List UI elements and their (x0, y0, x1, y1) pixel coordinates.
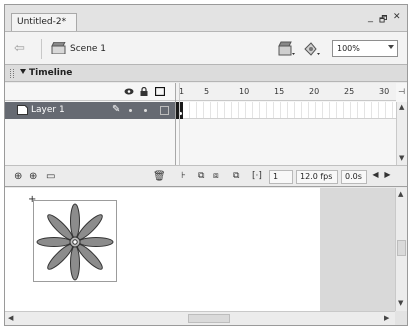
center-frame-icon[interactable]: ⊦ (181, 171, 186, 181)
scroll-up-icon[interactable]: ▲ (398, 190, 403, 198)
frame-number: 15 (274, 87, 285, 96)
zoom-value: 100% (337, 44, 360, 53)
onion-outline-icon[interactable]: ⧈ (213, 171, 219, 181)
chevron-down-icon (388, 45, 394, 49)
scroll-right-icon[interactable]: ▶ (384, 314, 389, 322)
insert-folder-icon[interactable]: ▭ (46, 171, 55, 182)
grip-icon[interactable] (10, 69, 14, 78)
layer-row[interactable]: Layer 1 ✎ (5, 102, 175, 119)
scroll-thumb[interactable] (397, 240, 406, 256)
document-titlebar: Untitled-2* _ 🗗 ✕ (5, 5, 407, 31)
flower-shape[interactable] (33, 200, 117, 282)
outline-icon[interactable] (155, 87, 165, 96)
frame-number: 20 (309, 87, 320, 96)
outline-toggle[interactable] (160, 106, 169, 115)
onion-skin-icon[interactable]: ⧉ (198, 171, 204, 181)
onion-markers-icon[interactable]: [·] (252, 171, 262, 181)
stage-area[interactable]: + ▲ ▼ (5, 188, 407, 311)
eye-icon[interactable] (124, 87, 134, 96)
scroll-left-icon[interactable]: ◀ (8, 314, 13, 322)
minimize-button[interactable]: _ (368, 12, 373, 23)
stage-horizontal-scrollbar[interactable]: ◀ ▶ (5, 311, 395, 325)
pasteboard (320, 188, 395, 311)
scroll-down-icon[interactable]: ▼ (399, 154, 404, 162)
elapsed-time: 0.0s (341, 170, 367, 184)
arrow-left-icon[interactable]: ⇦ (14, 41, 25, 56)
scroll-down-icon[interactable]: ▼ (398, 299, 403, 307)
frame-number: 25 (344, 87, 355, 96)
document-tab[interactable]: Untitled-2* (11, 13, 77, 31)
playhead[interactable] (179, 83, 180, 165)
restore-button[interactable]: 🗗 (379, 12, 387, 28)
scroll-right-icon[interactable]: ▶ (382, 170, 393, 183)
scene-label[interactable]: Scene 1 (70, 44, 106, 54)
scroll-corner (395, 311, 407, 325)
scroll-left-icon[interactable]: ◀ (370, 170, 381, 183)
frame-row[interactable] (176, 102, 396, 119)
frame-number: 10 (239, 87, 250, 96)
current-frame: 1 (269, 170, 293, 184)
scroll-up-icon[interactable]: ▲ (399, 103, 404, 111)
frame-number: 30 (379, 87, 390, 96)
edit-scene-icon[interactable] (278, 41, 296, 57)
edit-multiple-frames-icon[interactable]: ⧉ (233, 171, 239, 181)
layer-column-header (5, 83, 175, 101)
frame-number: 5 (204, 87, 210, 96)
insert-layer-icon[interactable]: ⊕ (14, 171, 22, 182)
timeline-menu-icon[interactable]: ⊣ (398, 87, 405, 96)
timeline-statusbar: ⊕ ⊕ ▭ 🗑 ⊦ ⧉ ⧈ ⧉ [·] 1 12.0 fps 0.0s ◀ ▶ (5, 165, 407, 187)
document-window: Untitled-2* _ 🗗 ✕ ⇦ Scene 1 100% Timelin… (4, 4, 408, 326)
divider (41, 39, 42, 59)
flower-drawing (36, 203, 114, 281)
add-motion-guide-icon[interactable]: ⊕ (29, 171, 37, 182)
timeline-title[interactable]: Timeline (20, 68, 72, 78)
stage-vertical-scrollbar[interactable]: ▲ ▼ (395, 188, 407, 311)
trash-icon[interactable]: 🗑 (153, 171, 166, 182)
timeline-panel: Layer 1 ✎ 1 5 10 15 20 25 30 ⊣ ▲ ▼ ⊕ ⊕ ▭… (5, 83, 407, 187)
edit-symbols-icon[interactable] (303, 41, 321, 57)
frame-ruler[interactable]: 1 5 10 15 20 25 30 (176, 83, 396, 101)
zoom-select[interactable]: 100% (332, 40, 398, 57)
edit-bar: ⇦ Scene 1 100% (5, 31, 407, 65)
visibility-dot[interactable] (129, 109, 132, 112)
layer-list-empty (5, 119, 175, 165)
lock-icon[interactable] (139, 87, 149, 96)
clapperboard-icon (51, 42, 66, 54)
layer-name[interactable]: Layer 1 (31, 105, 65, 115)
layer-page-icon (17, 105, 28, 115)
timeline-scrollbar[interactable]: ▲ ▼ (396, 102, 407, 165)
frame-rate[interactable]: 12.0 fps (296, 170, 338, 184)
timeline-header[interactable]: Timeline (5, 65, 407, 82)
lock-dot[interactable] (144, 109, 147, 112)
close-button[interactable]: ✕ (393, 12, 401, 22)
scroll-thumb[interactable] (188, 314, 230, 323)
pencil-icon: ✎ (112, 104, 121, 115)
